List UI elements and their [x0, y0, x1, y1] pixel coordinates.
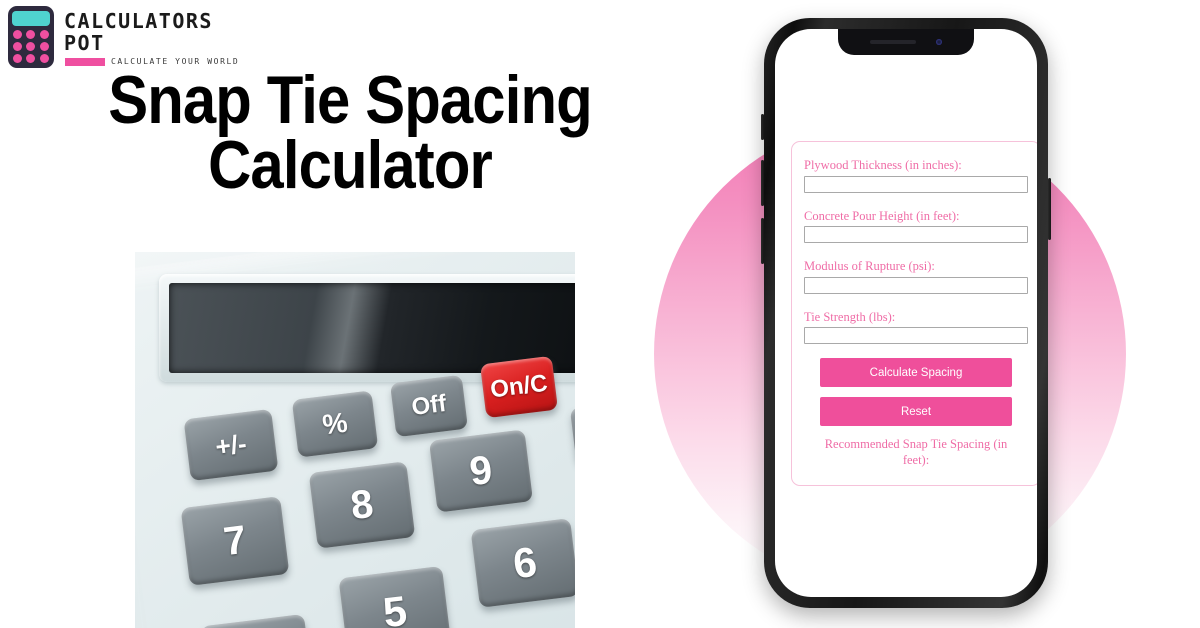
logo-key [39, 29, 49, 39]
modulus-of-rupture-input[interactable] [804, 276, 1028, 294]
brand-logo[interactable]: CALCULATORS POT CALCULATE YOUR WORLD [8, 6, 239, 68]
logo-key [26, 41, 36, 51]
logo-key [26, 54, 36, 64]
brand-name-line-1: CALCULATORS [64, 9, 213, 33]
logo-screen [12, 11, 50, 26]
result-label: Recommended Snap Tie Spacing (in feet): [824, 437, 1008, 468]
logo-key [13, 29, 23, 39]
calc-key-on-clear: On/C [479, 355, 559, 419]
phone-volume-down [761, 218, 764, 264]
brand-wordmark: CALCULATORS POT CALCULATE YOUR WORLD [64, 6, 239, 66]
reset-button[interactable]: Reset [820, 397, 1012, 426]
calc-key-6: 6 [470, 518, 575, 608]
logo-keypad [12, 29, 50, 64]
brand-name-line-2: POT [64, 31, 105, 55]
brand-accent-bar [65, 57, 105, 66]
calc-key-plusminus: +/- [183, 408, 279, 482]
camera-icon [936, 39, 942, 45]
calculator-photo: +/- % Off On/C ÷ 7 8 9 4 5 6 [135, 252, 575, 628]
phone-notch [838, 29, 974, 55]
speaker-icon [870, 40, 916, 44]
concrete-pour-height-label: Concrete Pour Height (in feet): [804, 208, 960, 223]
calculator-logo-icon [8, 6, 54, 68]
calc-key-8: 8 [308, 461, 416, 549]
logo-key [13, 54, 23, 64]
logo-key [13, 41, 23, 51]
phone-power-button [1048, 178, 1051, 240]
page-title: Snap Tie Spacing Calculator [108, 62, 592, 203]
logo-key [26, 29, 36, 39]
concrete-pour-height-input[interactable] [804, 226, 1028, 243]
tie-strength-input[interactable] [804, 327, 1028, 344]
plywood-thickness-label: Plywood Thickness (in inches): [804, 158, 962, 172]
modulus-of-rupture-label: Modulus of Rupture (psi): [804, 259, 935, 273]
calc-key-percent: % [291, 390, 379, 458]
phone-screen: Plywood Thickness (in inches): Concrete … [775, 29, 1037, 597]
logo-key [39, 54, 49, 64]
phone-volume-up [761, 160, 764, 206]
calc-key-9: 9 [428, 429, 534, 513]
logo-key [39, 41, 49, 51]
page-root: CALCULATORS POT CALCULATE YOUR WORLD Sna… [0, 0, 1200, 628]
calculator-form-card: Plywood Thickness (in inches): Concrete … [791, 141, 1037, 486]
tie-strength-label: Tie Strength (lbs): [804, 309, 896, 324]
calc-key-7: 7 [180, 496, 290, 586]
calculate-spacing-button[interactable]: Calculate Spacing [820, 358, 1012, 387]
plywood-thickness-input[interactable] [804, 175, 1028, 193]
calc-key-off: Off [389, 374, 469, 438]
phone-mute-switch [761, 114, 764, 140]
phone-mockup: Plywood Thickness (in inches): Concrete … [761, 18, 1051, 608]
